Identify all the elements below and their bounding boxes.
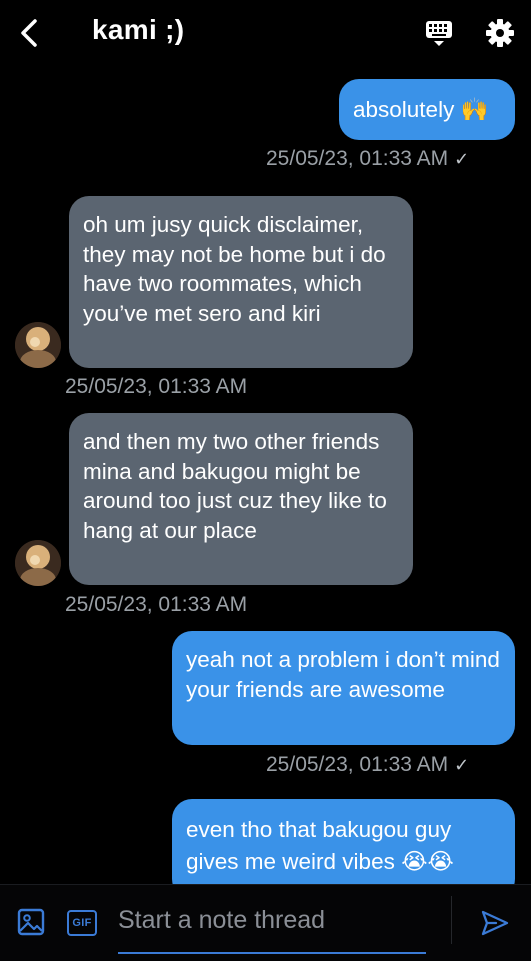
note-thread-input[interactable]: Start a note thread [118, 906, 325, 935]
message-bubble-incoming[interactable]: and then my two other friends mina and b… [69, 413, 413, 585]
input-underline [118, 952, 426, 954]
image-icon [17, 908, 45, 936]
message-bubble-incoming[interactable]: oh um jusy quick disclaimer, they may no… [69, 196, 413, 368]
keyboard-icon [426, 21, 452, 46]
gif-button[interactable]: GIF [67, 910, 97, 936]
message-timestamp: 25/05/23, 01:33 AM ✓ [266, 147, 469, 171]
avatar[interactable] [15, 322, 61, 368]
keyboard-button[interactable] [424, 18, 454, 48]
timestamp-text: 25/05/23, 01:33 AM [65, 593, 248, 616]
message-timestamp: 25/05/23, 01:33 AM [65, 593, 247, 617]
message-timestamp: 25/05/23, 01:33 AM [65, 375, 247, 399]
settings-button[interactable] [485, 18, 515, 48]
timestamp-text: 25/05/23, 01:33 AM [65, 375, 248, 398]
message-text: even tho that bakugou guy gives me weird… [186, 817, 454, 874]
chat-header: kami ;) [0, 0, 531, 66]
chevron-left-icon [21, 19, 37, 47]
avatar-image [15, 540, 61, 586]
timestamp-text: 25/05/23, 01:33 AM [266, 147, 449, 170]
message-text: absolutely 🙌 [353, 97, 489, 122]
chat-title[interactable]: kami ;) [92, 14, 184, 46]
message-bubble-outgoing[interactable]: yeah not a problem i don’t mind your fri… [172, 631, 515, 745]
avatar[interactable] [15, 540, 61, 586]
back-button[interactable] [14, 16, 44, 50]
message-text: yeah not a problem i don’t mind your fri… [186, 647, 500, 702]
send-button[interactable] [480, 908, 510, 938]
send-icon [481, 910, 509, 936]
read-receipt-icon: ✓ [454, 755, 470, 775]
gear-icon [486, 19, 514, 47]
message-text: and then my two other friends mina and b… [83, 429, 387, 543]
message-bubble-outgoing[interactable]: absolutely 🙌 [339, 79, 515, 140]
avatar-image [15, 322, 61, 368]
read-receipt-icon: ✓ [454, 149, 470, 169]
timestamp-text: 25/05/23, 01:33 AM [266, 753, 449, 776]
gif-label: GIF [72, 917, 92, 929]
composer-divider [451, 896, 452, 944]
message-text: oh um jusy quick disclaimer, they may no… [83, 212, 386, 326]
image-button[interactable] [17, 908, 45, 936]
message-timestamp: 25/05/23, 01:33 AM ✓ [266, 753, 469, 777]
